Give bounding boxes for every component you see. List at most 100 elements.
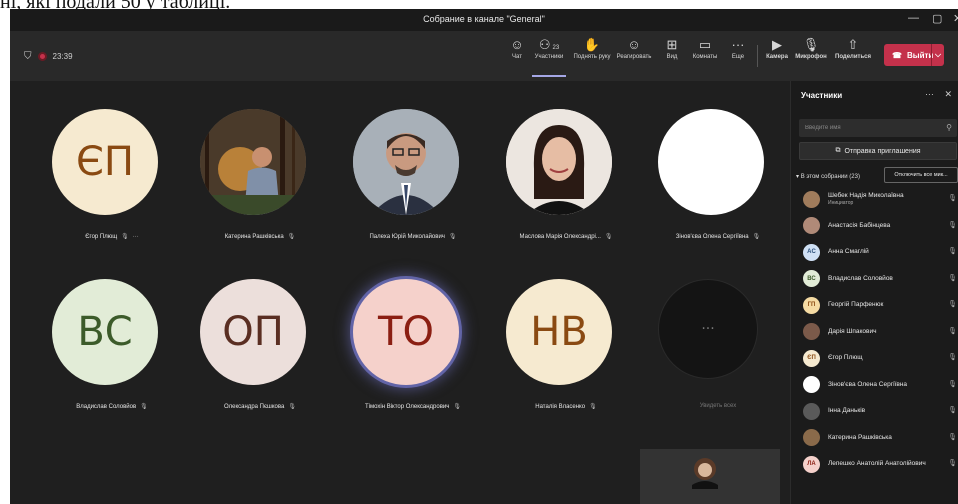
panel-title: Участники [801, 91, 843, 100]
grid-icon: ⊞ [666, 37, 678, 52]
avatar: ЛА [803, 455, 820, 473]
participant-role: Инициатор [828, 200, 854, 206]
participant-list-name: Дарія Шпакович [828, 328, 877, 336]
mic-off-icon: 🎙︎ [948, 274, 957, 282]
window-title: Собрание в канале "General" [423, 14, 545, 24]
avatar [803, 217, 820, 234]
phone-icon: ☎ [892, 50, 902, 60]
raise-hand-label: Поднять руку [573, 54, 611, 60]
view-button[interactable]: ⊞ Вид [662, 37, 682, 61]
avatar [803, 376, 820, 393]
participant-list-name: Владислав Соловйов [828, 275, 893, 283]
meeting-timer: 23:39 [52, 52, 73, 61]
participant-name-text: Увидеть всех [699, 403, 737, 409]
participant-list-name: Зінов'єва Олена Сергіївна [828, 381, 907, 389]
participant-avatar: ВС [52, 279, 158, 385]
people-icon: ⚇ [538, 37, 551, 52]
participants-button[interactable]: ⚇ 23 Участники [532, 37, 566, 77]
participant-list-name: Інна Даньків [828, 407, 865, 415]
react-button[interactable]: ☺ Реагировать [616, 37, 652, 61]
raise-hand-button[interactable]: ✋ Поднять руку [573, 37, 611, 61]
participant-avatar [658, 109, 764, 215]
participant-avatar: ТО [353, 279, 459, 385]
mic-off-icon: 🎙︎ [948, 380, 957, 388]
leave-button[interactable]: ☎ Выйти ⌵ [884, 44, 944, 66]
mic-off-icon: 🎙︎ [948, 221, 957, 229]
participant-list-item[interactable]: ГП Георгій Парфенюк 🎙︎ [803, 295, 957, 315]
mic-off-icon: 🎙︎ [948, 433, 957, 441]
participant-list-name-text: Лепешко Анатолій Анатолійович [828, 460, 926, 467]
close-panel-icon[interactable]: ✕ [944, 89, 952, 99]
share-link-icon: ⧉ [835, 147, 841, 154]
participant-search-input[interactable] [799, 119, 957, 137]
participant-list-item[interactable]: Катерина Рашківська 🎙︎ [803, 428, 957, 448]
more-options-icon[interactable]: ··· [133, 234, 139, 240]
chat-icon: ☺ [510, 37, 524, 52]
shield-icon: ⛉ [24, 51, 32, 62]
mic-off-icon: 🎙︎ [121, 234, 129, 240]
participants-label: Участники [534, 54, 564, 60]
close-icon[interactable]: ✕ [953, 12, 958, 25]
avatar: ЄП [803, 349, 820, 367]
participant-list-item[interactable]: Інна Даньків 🎙︎ [803, 401, 957, 421]
more-label: Еще [731, 54, 745, 60]
send-invite-button[interactable]: ⧉ Отправка приглашения [799, 142, 957, 160]
participant-list-item[interactable]: ЄП Єгор Плющ 🎙︎ [803, 348, 957, 368]
participant-list-item[interactable]: Шебек Надія Миколаївна Инициатор 🎙︎ [803, 189, 957, 209]
mic-off-icon: 🎙︎ [752, 234, 761, 240]
chat-button[interactable]: ☺ Чат [507, 37, 527, 61]
teams-meeting-window: Собрание в канале "General" — ▢ ✕ ⛉ 23:3… [10, 9, 958, 504]
video-stage: ЄП Єгор Плющ 🎙︎ ··· Катерина Рашківська 🎙︎ Пал… [10, 81, 790, 504]
share-button[interactable]: ⇧ Поделиться [835, 37, 871, 61]
mic-off-icon: 🎙︎ [948, 354, 957, 361]
mic-label: Микрофон [795, 54, 827, 60]
participant-list-name-text: Анна Смаглій [828, 248, 869, 255]
participant-list-name: Шебек Надія Миколаївна Инициатор [828, 192, 904, 206]
rooms-button[interactable]: ▭ Комнаты [690, 37, 720, 61]
participant-list-item[interactable]: Дарія Шпакович 🎙︎ [803, 322, 957, 342]
participant-list-name-text: Зінов'єва Олена Сергіївна [828, 380, 907, 388]
mic-off-icon: 🎙︎ [448, 234, 457, 240]
self-view-preview[interactable] [640, 449, 780, 504]
invite-label: Отправка приглашения [844, 147, 921, 155]
maximize-icon[interactable]: ▢ [932, 12, 942, 25]
avatar: ВС [803, 270, 820, 287]
more-options-icon[interactable]: ··· [925, 89, 934, 99]
more-icon: ··· [731, 37, 745, 52]
more-button[interactable]: ··· Еще [728, 37, 748, 61]
participant-name-text: Наталія Власенко [535, 404, 586, 410]
share-icon: ⇧ [847, 37, 859, 52]
mic-off-icon: 🎙︎ [589, 404, 597, 410]
participant-name: Увидеть всех [628, 403, 808, 409]
mute-all-button[interactable]: Отключить все мик... [884, 167, 958, 183]
mic-off-icon: 🎙︎ [948, 327, 957, 335]
participant-list-name: Георгій Парфенюк [828, 301, 883, 309]
hand-icon: ✋ [583, 37, 601, 52]
participant-list-name: Єгор Плющ [828, 354, 863, 362]
avatar [803, 429, 820, 446]
participant-list-name-text: Єгор Плющ [828, 354, 863, 361]
share-label: Поделиться [835, 54, 872, 60]
participant-name-text: Єгор Плющ [85, 234, 118, 240]
avatar: ГП [803, 296, 820, 314]
minimize-icon[interactable]: — [908, 12, 919, 24]
mic-off-icon: 🎙︎ [948, 301, 957, 308]
chevron-down-icon[interactable]: ⌵ [931, 44, 944, 66]
self-view-avatar [692, 458, 718, 489]
participant-avatar: ЄП [52, 109, 158, 215]
meeting-status: ⛉ 23:39 [24, 51, 73, 62]
participant-list-item[interactable]: AC Анна Смаглій 🎙︎ [803, 242, 957, 262]
participant-name-text: Маслова Марія Олександрі... [519, 234, 601, 240]
microphone-button[interactable]: 🎙︎ Микрофон [794, 37, 828, 61]
in-meeting-section-toggle[interactable]: ▾ В этом собрании (23) [796, 173, 860, 180]
participant-list-name: Анна Смаглій [828, 248, 869, 256]
camera-button[interactable]: ▶ Камера [764, 37, 790, 61]
participant-list-item[interactable]: Зінов'єва Олена Сергіївна 🎙︎ [803, 375, 957, 395]
participant-list-item[interactable]: Анастасія Бабінцева 🎙︎ [803, 216, 957, 236]
participant-list-item[interactable]: ЛА Лепешко Анатолій Анатолійович 🎙︎ [803, 454, 957, 474]
participant-list-item[interactable]: ВС Владислав Соловйов 🎙︎ [803, 269, 957, 289]
participants-icon-group: ⚇ 23 [532, 37, 566, 53]
participant-photo [200, 109, 306, 215]
avatar [803, 402, 820, 420]
participants-count: 23 [552, 45, 560, 51]
